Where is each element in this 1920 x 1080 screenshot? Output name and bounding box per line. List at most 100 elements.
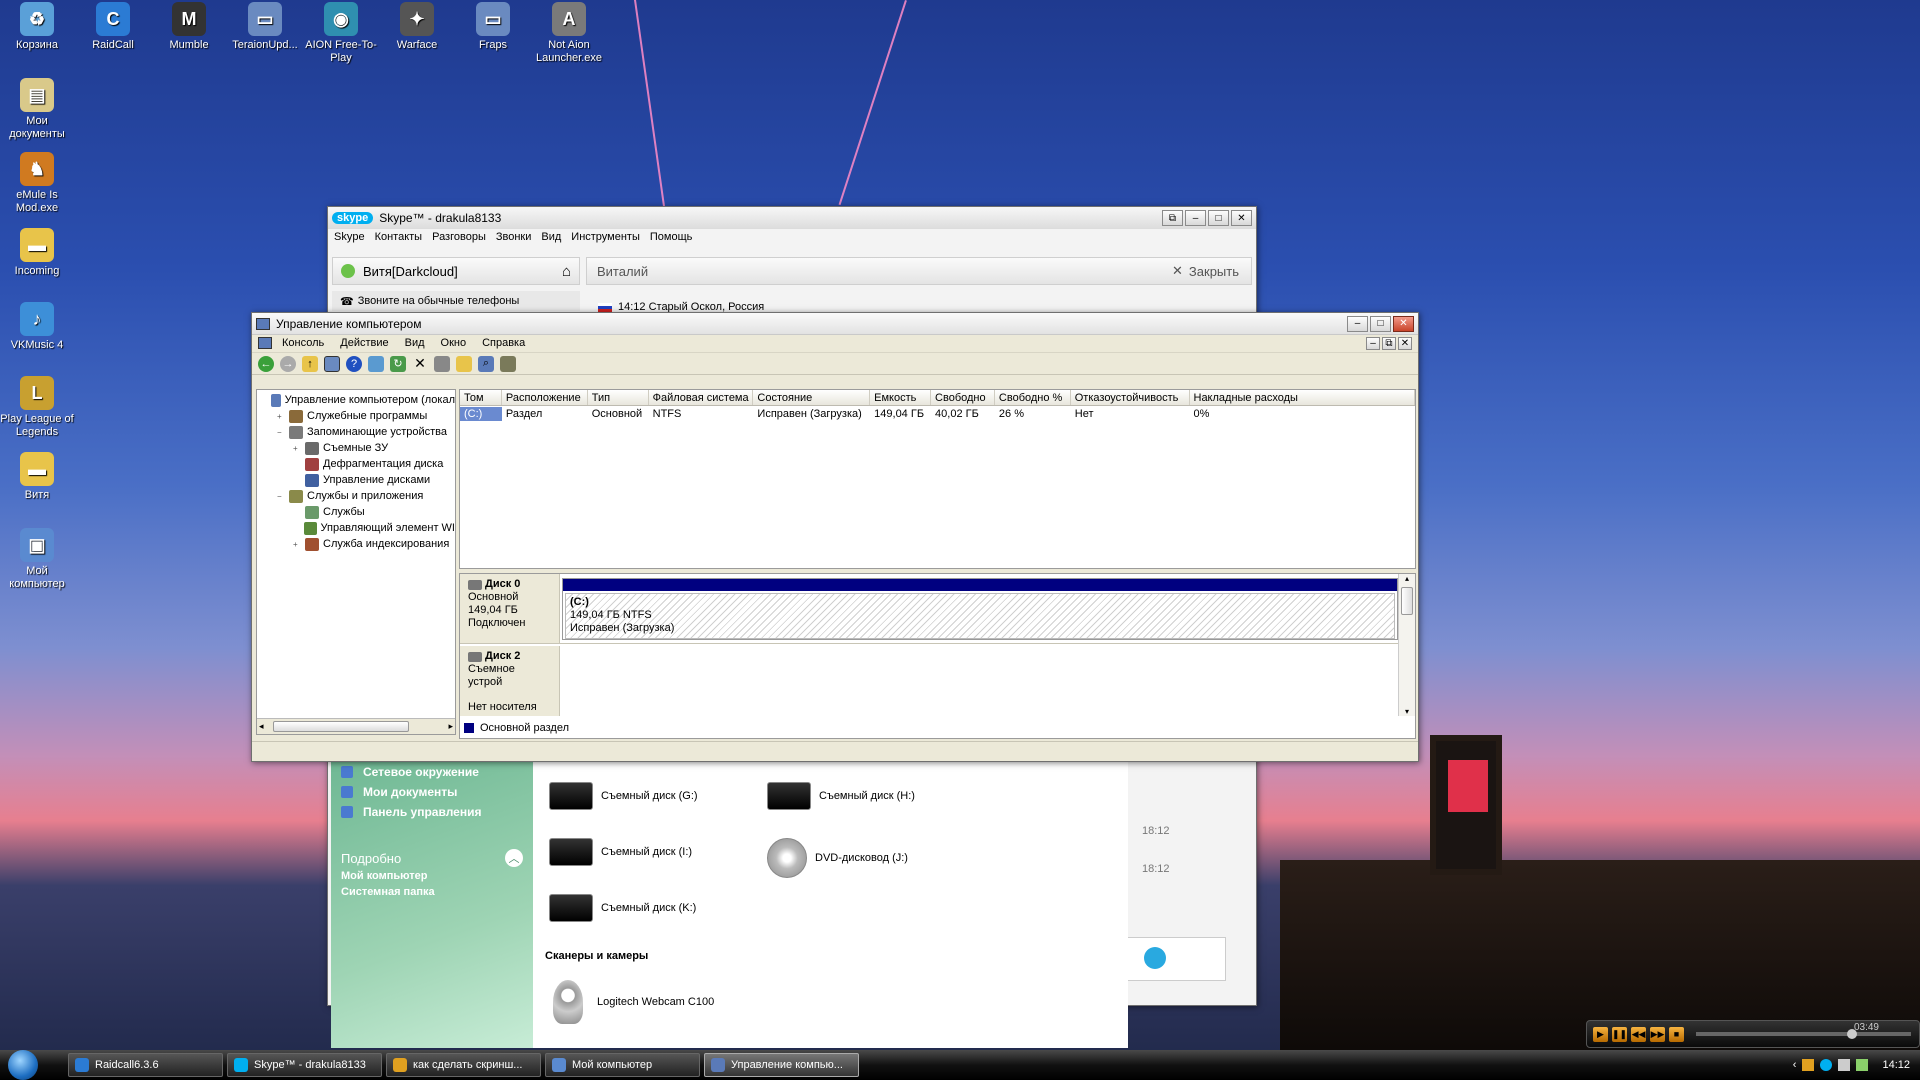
mgmt-menu-item[interactable]: Вид	[405, 337, 425, 350]
column-header[interactable]: Том	[460, 390, 502, 405]
tree-item[interactable]: Управляющий элемент WI	[257, 520, 455, 536]
delete-icon[interactable]: ✕	[412, 355, 428, 372]
column-header[interactable]: Файловая система	[649, 390, 754, 405]
expand-icon[interactable]: +	[293, 540, 302, 549]
mgmt-titlebar[interactable]: Управление компьютером – □ ✕	[252, 313, 1418, 335]
tray-network-icon[interactable]	[1838, 1059, 1851, 1071]
taskbar-button[interactable]: Управление компью...	[704, 1053, 859, 1077]
skype-menu-item[interactable]: Звонки	[496, 231, 532, 243]
desktop-icon[interactable]: ▭ TeraionUpd...	[228, 2, 302, 52]
child-restore-button[interactable]: ⧉	[1382, 337, 1396, 350]
show-tree-icon[interactable]	[324, 355, 340, 372]
drive-item[interactable]: Съемный диск (H:)	[767, 782, 915, 810]
desktop-icon[interactable]: ◉ AION Free-To-Play	[304, 2, 378, 65]
play-icon[interactable]: ▶	[1593, 1026, 1608, 1042]
column-header[interactable]: Свободно %	[995, 390, 1071, 405]
up-folder-icon[interactable]: ↑	[302, 355, 318, 372]
desktop-icon[interactable]: A Not Aion Launcher.exe	[532, 2, 606, 65]
search-icon[interactable]: ⌕	[478, 355, 494, 372]
column-header[interactable]: Емкость	[870, 390, 932, 405]
home-icon[interactable]: ⌂	[562, 263, 571, 280]
column-header[interactable]: Расположение	[502, 390, 588, 405]
column-header[interactable]: Состояние	[753, 390, 871, 405]
pause-icon[interactable]: ❚❚	[1612, 1026, 1627, 1042]
taskbar-button[interactable]: Raidcall6.3.6	[68, 1053, 223, 1077]
tree-item[interactable]: Службы	[257, 504, 455, 520]
tree-item[interactable]: − Запоминающие устройства	[257, 424, 455, 440]
skype-chat-input[interactable]	[1126, 937, 1226, 981]
drive-item[interactable]: DVD-дисковод (J:)	[767, 838, 908, 878]
drive-item[interactable]: Съемный диск (I:)	[549, 838, 692, 866]
graph-vertical-scrollbar[interactable]: ▴ ▾	[1398, 574, 1415, 716]
scroll-left-arrow-icon[interactable]: ◂	[259, 721, 264, 732]
tray-skype-icon[interactable]	[1820, 1059, 1833, 1071]
scroll-right-arrow-icon[interactable]: ▸	[448, 721, 453, 732]
open-folder-icon[interactable]	[456, 355, 472, 372]
tray-app-icon[interactable]	[1802, 1059, 1815, 1071]
skype-close-button[interactable]: ✕	[1231, 210, 1252, 226]
column-header[interactable]: Отказоустойчивость	[1071, 390, 1190, 405]
skype-titlebar[interactable]: skype Skype™ - drakula8133 ⧉ – □ ✕	[328, 207, 1256, 229]
next-icon[interactable]: ▶▶	[1650, 1026, 1665, 1042]
mgmt-menu-item[interactable]: Справка	[482, 337, 525, 350]
disk-2-row[interactable]: Диск 2 Съемное устрой Нет носителя	[460, 646, 1398, 716]
taskbar-button[interactable]: как сделать скринш...	[386, 1053, 541, 1077]
emoticon-icon[interactable]	[1144, 947, 1166, 969]
tree-horizontal-scrollbar[interactable]: ◂ ▸	[257, 718, 455, 734]
collapse-icon[interactable]: −	[277, 428, 286, 437]
previous-icon[interactable]: ◀◀	[1631, 1026, 1646, 1042]
skype-close-chat-button[interactable]: ✕ Закрыть	[1172, 263, 1239, 279]
expand-icon[interactable]: +	[277, 412, 286, 421]
tray-volume-icon[interactable]	[1856, 1059, 1869, 1071]
explorer-task-link[interactable]: Сетевое окружение	[331, 762, 533, 782]
drive-item[interactable]: Съемный диск (G:)	[549, 782, 698, 810]
desktop-icon[interactable]: ▬ Incoming	[0, 228, 74, 278]
mgmt-minimize-button[interactable]: –	[1347, 315, 1368, 332]
child-close-button[interactable]: ✕	[1398, 337, 1412, 350]
expand-icon[interactable]: +	[293, 444, 302, 453]
tree-item[interactable]: − Службы и приложения	[257, 488, 455, 504]
mgmt-menu-item[interactable]: Действие	[340, 337, 388, 350]
column-header[interactable]: Свободно	[931, 390, 995, 405]
scrollbar-thumb[interactable]	[273, 721, 409, 732]
tree-item[interactable]: Дефрагментация диска	[257, 456, 455, 472]
webcam-item[interactable]: Logitech Webcam C100	[553, 980, 714, 1024]
desktop-icon[interactable]: ▭ Fraps	[456, 2, 530, 52]
back-arrow-icon[interactable]: ←	[258, 355, 274, 372]
explorer-task-link[interactable]: Мои документы	[331, 782, 533, 802]
skype-compact-button[interactable]: ⧉	[1162, 210, 1183, 226]
skype-menu-item[interactable]: Skype	[334, 231, 365, 243]
mgmt-menu-item[interactable]: Консоль	[282, 337, 324, 350]
child-minimize-button[interactable]: –	[1366, 337, 1380, 350]
partition-c[interactable]: (C:) 149,04 ГБ NTFS Исправен (Загрузка)	[562, 578, 1398, 640]
my-computer-window[interactable]: Сетевое окружение Мои документы Панель упр…	[331, 762, 1128, 1048]
desktop-icon[interactable]: M Mumble	[152, 2, 226, 52]
skype-call-phones-link[interactable]: ☎ Звоните на обычные телефоны	[332, 291, 580, 311]
disk-0-row[interactable]: Диск 0 Основной 149,04 ГБ Подключен (C:)…	[460, 574, 1398, 644]
desktop-icon[interactable]: C RaidCall	[76, 2, 150, 52]
desktop-icon[interactable]: ♪ VKMusic 4	[0, 302, 74, 352]
mgmt-maximize-button[interactable]: □	[1370, 315, 1391, 332]
tray-expand-icon[interactable]: ‹	[1793, 1059, 1797, 1071]
help-icon[interactable]: ?	[346, 355, 362, 372]
skype-minimize-button[interactable]: –	[1185, 210, 1206, 226]
desktop-icon[interactable]: L Play League of Legends	[0, 376, 74, 439]
tree-item[interactable]: Управление дисками	[257, 472, 455, 488]
media-player[interactable]: ▶ ❚❚ ◀◀ ▶▶ ■ 03:49	[1586, 1020, 1920, 1048]
skype-menu-item[interactable]: Контакты	[375, 231, 423, 243]
desktop-icon[interactable]: ▤ Мои документы	[0, 78, 74, 141]
column-header[interactable]: Накладные расходы	[1190, 390, 1415, 405]
skype-menu-item[interactable]: Вид	[541, 231, 561, 243]
export-icon[interactable]	[368, 355, 384, 372]
graph-scrollbar-thumb[interactable]	[1401, 587, 1413, 615]
desktop-icon[interactable]: ✦ Warface	[380, 2, 454, 52]
skype-menu-item[interactable]: Инструменты	[571, 231, 640, 243]
forward-arrow-icon[interactable]: →	[280, 355, 296, 372]
skype-maximize-button[interactable]: □	[1208, 210, 1229, 226]
clock[interactable]: 14:12	[1882, 1059, 1910, 1071]
tree-item[interactable]: + Служебные программы	[257, 408, 455, 424]
scroll-up-arrow-icon[interactable]: ▴	[1399, 574, 1415, 583]
skype-menu-item[interactable]: Помощь	[650, 231, 693, 243]
scroll-down-arrow-icon[interactable]: ▾	[1399, 707, 1415, 716]
settings-icon[interactable]	[500, 355, 516, 372]
